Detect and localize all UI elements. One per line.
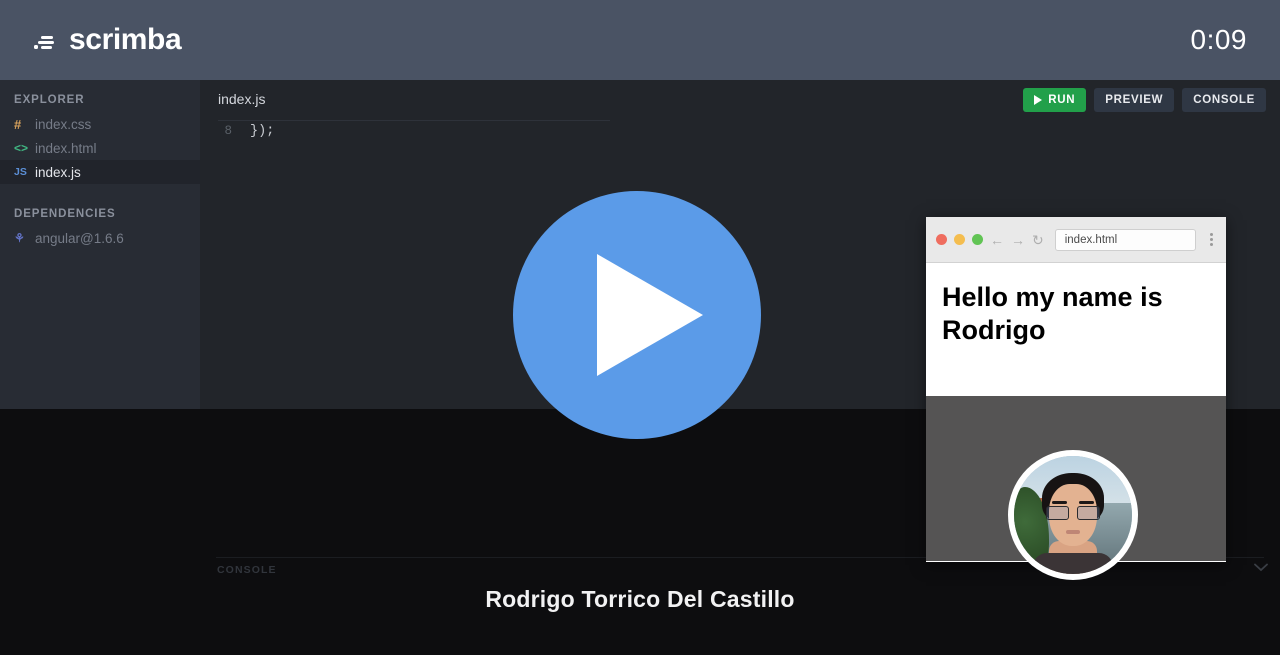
close-traffic-light[interactable] bbox=[936, 234, 947, 245]
play-triangle-icon bbox=[597, 254, 703, 376]
chevron-down-icon[interactable] bbox=[1254, 563, 1268, 572]
file-label: index.css bbox=[35, 116, 92, 132]
file-label: index.js bbox=[35, 164, 81, 180]
file-explorer-sidebar: EXPLORER # index.css <> index.html JS in… bbox=[0, 80, 200, 409]
console-button[interactable]: CONSOLE bbox=[1182, 88, 1266, 112]
credit-name: Rodrigo Torrico Del Castillo bbox=[485, 586, 795, 612]
minimize-traffic-light[interactable] bbox=[954, 234, 965, 245]
sidebar-item-index-css[interactable]: # index.css bbox=[0, 112, 200, 136]
line-number: 8 bbox=[224, 124, 232, 138]
recording-timer: 0:09 bbox=[1190, 24, 1247, 55]
preview-heading: Hello my name is Rodrigo bbox=[942, 282, 1163, 345]
url-text: index.html bbox=[1064, 233, 1118, 246]
play-button-icon[interactable] bbox=[513, 191, 761, 439]
js-file-icon: JS bbox=[14, 166, 27, 178]
kebab-menu-icon[interactable] bbox=[1207, 233, 1216, 246]
console-panel-label: CONSOLE bbox=[217, 564, 277, 576]
dependency-label: angular@1.6.6 bbox=[35, 230, 124, 246]
css-file-icon: # bbox=[14, 116, 22, 132]
explorer-heading: EXPLORER bbox=[14, 94, 85, 106]
dependencies-heading: DEPENDENCIES bbox=[14, 208, 116, 220]
avatar bbox=[1008, 450, 1138, 580]
preview-button[interactable]: PREVIEW bbox=[1094, 88, 1175, 112]
code-line[interactable]: 8 }); bbox=[200, 120, 1280, 140]
app-header: scrimba 0:09 bbox=[0, 0, 1280, 80]
scrimba-app: scrimba 0:09 EXPLORER # index.css <> ind… bbox=[0, 0, 1280, 655]
forward-icon[interactable]: → bbox=[1011, 233, 1025, 247]
sidebar-item-index-js[interactable]: JS index.js bbox=[0, 160, 200, 184]
editor-toolbar: RUN PREVIEW CONSOLE bbox=[1023, 88, 1266, 112]
html-file-icon: <> bbox=[14, 141, 29, 155]
brand[interactable]: scrimba bbox=[34, 23, 182, 57]
back-icon[interactable]: ← bbox=[990, 233, 1004, 247]
tab-index-js[interactable]: index.js bbox=[218, 91, 265, 107]
profile-photo bbox=[1014, 456, 1132, 574]
tab-divider bbox=[218, 120, 610, 121]
maximize-traffic-light[interactable] bbox=[972, 234, 983, 245]
package-icon: ⚘ bbox=[14, 231, 25, 245]
run-label: RUN bbox=[1048, 94, 1076, 106]
play-icon bbox=[1034, 95, 1043, 105]
line-text: }); bbox=[250, 123, 275, 139]
sidebar-item-index-html[interactable]: <> index.html bbox=[0, 136, 200, 160]
scrimba-logo-icon bbox=[34, 31, 60, 49]
reload-icon[interactable]: ↻ bbox=[1032, 233, 1044, 247]
url-bar[interactable]: index.html bbox=[1054, 228, 1196, 251]
file-label: index.html bbox=[35, 140, 97, 156]
browser-chrome: ← → ↻ index.html bbox=[926, 217, 1226, 263]
preview-content-top: Hello my name is Rodrigo bbox=[926, 263, 1226, 396]
run-button[interactable]: RUN bbox=[1023, 88, 1087, 112]
brand-name: scrimba bbox=[69, 23, 182, 56]
sidebar-item-angular[interactable]: ⚘ angular@1.6.6 bbox=[0, 226, 200, 250]
